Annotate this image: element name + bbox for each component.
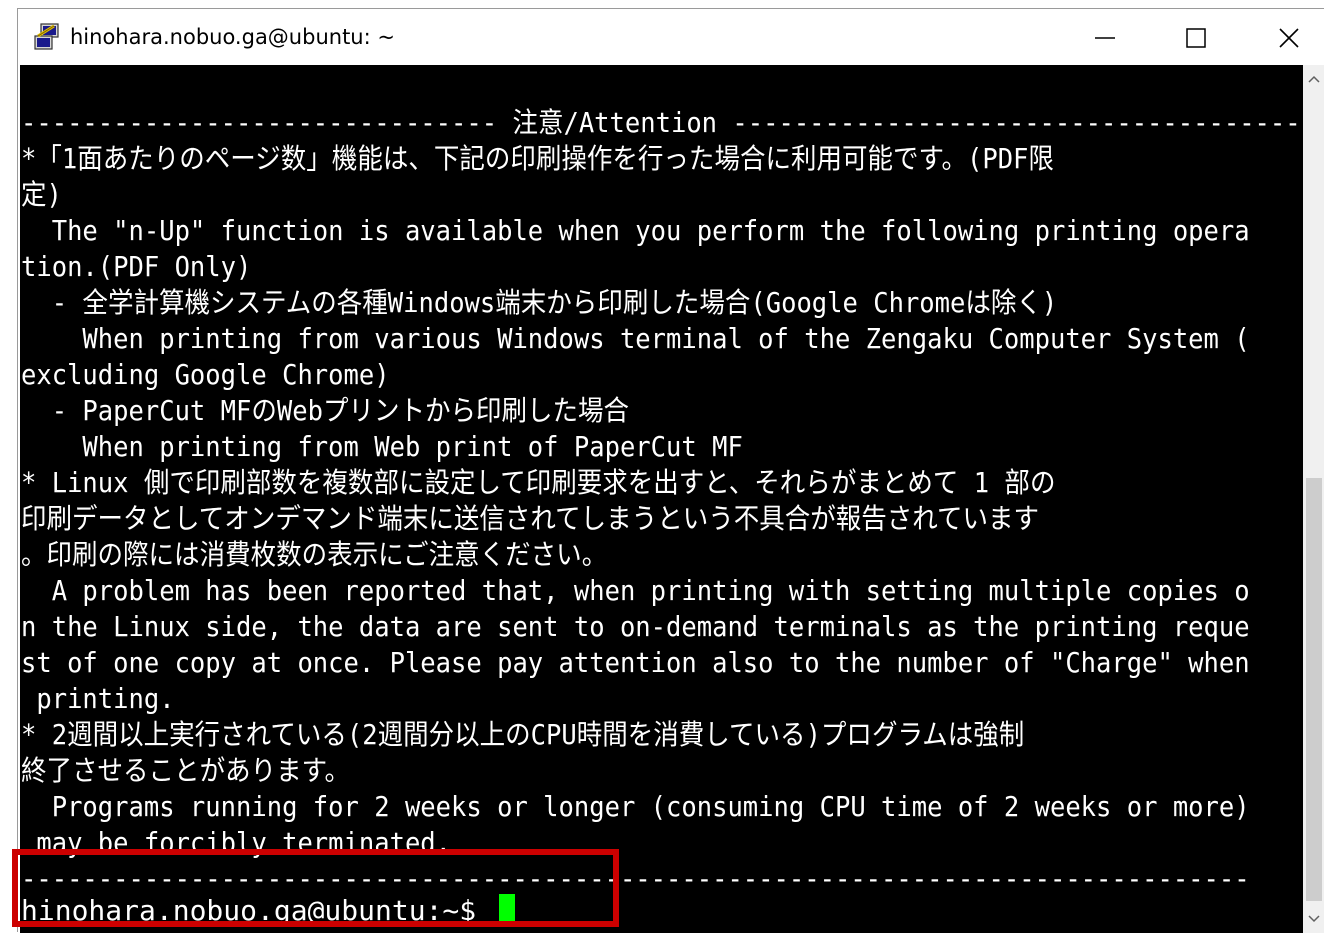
prompt-text: hinohara.nobuo.ga@ubuntu:~$ [21,894,494,927]
minimize-button[interactable] [1082,17,1128,57]
terminal-line: 。印刷の際には消費枚数の表示にご注意ください。 [21,538,608,571]
terminal-line: ------------------------------- 注意/Atten… [21,106,1301,139]
terminal-line: n the Linux side, the data are sent to o… [21,610,1250,643]
window-title: hinohara.nobuo.ga@ubuntu: ~ [70,25,395,49]
terminal-line: 終了させることがあります。 [21,754,351,787]
terminal-line: 印刷データとしてオンデマンド端末に送信されてしまうという不具合が報告されています [21,502,1040,535]
maximize-button[interactable] [1173,17,1219,57]
terminal-line: printing. [21,682,175,715]
terminal-line: ----------------------------------------… [21,862,1250,895]
terminal-line: A problem has been reported that, when p… [21,574,1250,607]
terminal-line: st of one copy at once. Please pay atten… [21,646,1250,679]
text-cursor [499,894,516,926]
terminal-window: hinohara.nobuo.ga@ubuntu: ~ ------------… [17,8,1324,933]
close-icon [1279,28,1299,48]
terminal-line: * Linux 側で印刷部数を複数部に設定して印刷要求を出すと、それらがまとめて… [21,466,1056,499]
terminal-line: may be forcibly terminated. [21,826,452,859]
scrollbar-thumb[interactable] [1306,478,1322,901]
terminal-line: The "n-Up" function is available when yo… [21,214,1250,247]
chevron-up-icon [1308,75,1320,83]
terminal-line: - PaperCut MFのWebプリントから印刷した場合 [21,394,630,427]
terminal-line: excluding Google Chrome) [21,358,390,391]
terminal-line: * 2週間以上実行されている(2週間分以上のCPU時間を消費している)プログラム… [21,718,1025,751]
title-bar[interactable]: hinohara.nobuo.ga@ubuntu: ~ [18,9,1324,65]
terminal-line: When printing from various Windows termi… [21,322,1250,355]
scroll-up-button[interactable] [1303,69,1324,91]
terminal-line: - 全学計算機システムの各種Windows端末から印刷した場合(Google C… [21,286,1058,319]
terminal-lines: ------------------------------- 注意/Atten… [21,105,1303,897]
terminal-line: 定) [21,178,62,211]
terminal-line: When printing from Web print of PaperCut… [21,430,743,463]
terminal-line: tion.(PDF Only) [21,250,252,283]
putty-icon[interactable] [32,22,62,52]
terminal-line: *「1面あたりのページ数」機能は、下記の印刷操作を行った場合に利用可能です。(P… [21,142,1054,175]
terminal-output[interactable]: ------------------------------- 注意/Atten… [20,65,1303,933]
maximize-icon [1186,28,1206,48]
vertical-scrollbar[interactable] [1303,65,1324,933]
terminal-line: Programs running for 2 weeks or longer (… [21,790,1250,823]
minimize-icon [1095,37,1115,39]
close-button[interactable] [1266,17,1312,57]
chevron-down-icon [1308,915,1320,923]
scroll-down-button[interactable] [1303,907,1324,929]
shell-prompt[interactable]: hinohara.nobuo.ga@ubuntu:~$ [21,893,516,929]
